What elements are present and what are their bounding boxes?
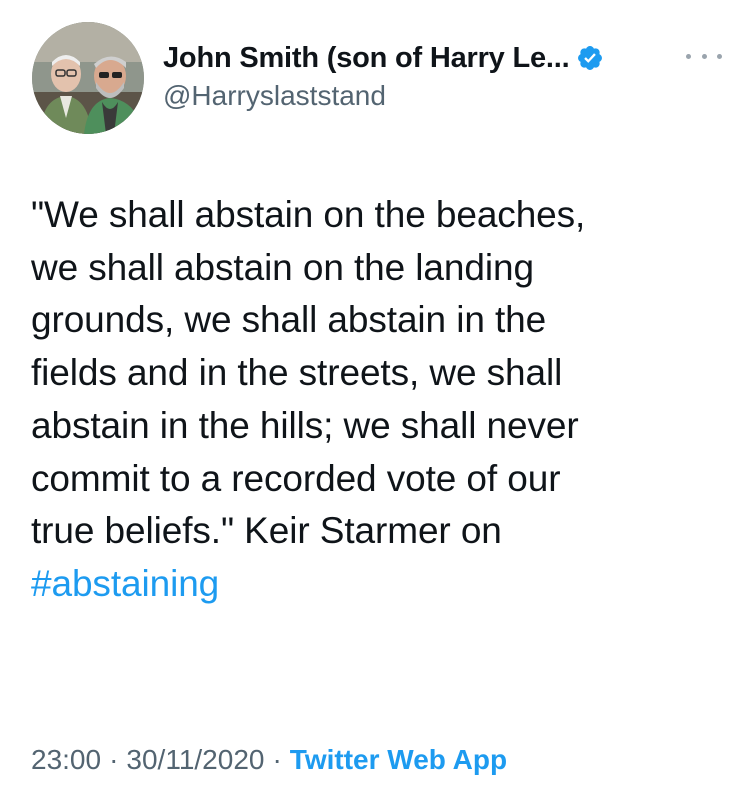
ellipsis-icon-dot — [701, 53, 707, 59]
more-options-button[interactable] — [686, 46, 722, 66]
meta-separator: · — [272, 744, 282, 775]
tweet-date[interactable]: 30/11/2020 — [126, 744, 264, 776]
avatar[interactable] — [32, 22, 144, 134]
tweet-card: John Smith (son of Harry Le... @Harrysla… — [0, 0, 743, 798]
ellipsis-icon-dot — [686, 53, 691, 59]
tweet-meta: 23:00 · 30/11/2020 · Twitter Web App — [31, 744, 507, 776]
display-name[interactable]: John Smith (son of Harry Le... — [163, 42, 570, 75]
display-name-row: John Smith (son of Harry Le... — [163, 38, 683, 78]
tweet-text: "We shall abstain on the beaches, we sha… — [31, 189, 721, 611]
tweet-header: John Smith (son of Harry Le... @Harrysla… — [32, 20, 722, 136]
author-handle[interactable]: @Harryslaststand — [163, 80, 683, 112]
hashtag-link[interactable]: #abstaining — [31, 563, 219, 604]
meta-separator: · — [109, 744, 119, 775]
tweet-time[interactable]: 23:00 — [31, 744, 101, 776]
author-names: John Smith (son of Harry Le... @Harrysla… — [163, 38, 683, 112]
tweet-text-main: "We shall abstain on the beaches, we sha… — [31, 194, 586, 552]
profile-photo-icon — [32, 22, 144, 134]
tweet-source-link[interactable]: Twitter Web App — [290, 744, 507, 776]
ellipsis-icon-dot — [717, 53, 722, 59]
verified-badge-icon — [577, 46, 602, 70]
